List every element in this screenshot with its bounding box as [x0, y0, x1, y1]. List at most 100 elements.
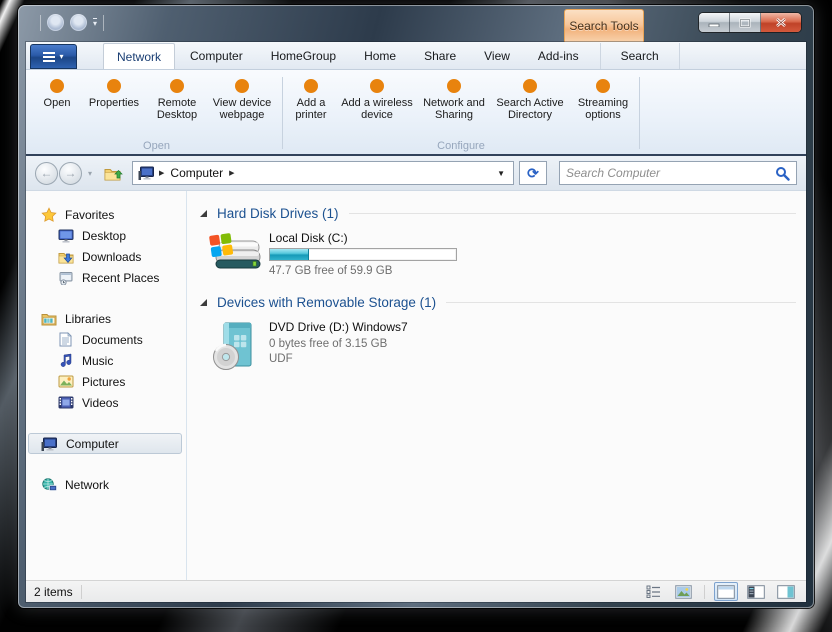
layout-pane-button-2[interactable]	[744, 582, 768, 601]
sidebar-item-label: Music	[82, 353, 114, 368]
sidebar-item-label: Favorites	[65, 207, 115, 222]
layout-pane-button-3[interactable]	[774, 582, 798, 601]
quick-access-button-1[interactable]	[47, 14, 64, 31]
recent-places-icon	[57, 270, 74, 286]
folder-up-icon	[104, 168, 123, 180]
dvd-drive-icon	[207, 319, 262, 371]
search-active-directory-icon	[523, 79, 537, 93]
sidebar-item-music[interactable]: Music	[26, 350, 186, 371]
breadcrumb-computer[interactable]: Computer	[168, 166, 225, 180]
sidebar-item-network[interactable]: Network	[26, 474, 186, 495]
tab-addins[interactable]: Add-ins	[525, 43, 592, 69]
search-tools-contextual-tab[interactable]: Search Tools	[564, 9, 644, 42]
tab-homegroup[interactable]: HomeGroup	[258, 43, 349, 69]
explorer-window: ▾ Search Tools ▾ Network Computer HomeGr…	[18, 5, 814, 608]
navigation-pane: Favorites Desktop Downloads Recent Place…	[26, 191, 186, 580]
sidebar-item-documents[interactable]: Documents	[26, 329, 186, 350]
sidebar-item-recent-places[interactable]: Recent Places	[26, 267, 186, 288]
recent-pages-dropdown[interactable]: ▾	[88, 169, 92, 178]
sidebar-item-label: Libraries	[65, 311, 112, 326]
close-button[interactable]	[761, 13, 801, 32]
sidebar-item-downloads[interactable]: Downloads	[26, 246, 186, 267]
address-breadcrumb-bar[interactable]: ▶ Computer ▶ ▼	[132, 161, 514, 185]
tab-view[interactable]: View	[471, 43, 523, 69]
window-controls	[699, 13, 801, 32]
sidebar-item-computer[interactable]: Computer	[28, 433, 182, 454]
divider	[704, 584, 705, 599]
search-active-directory-button[interactable]: Search Active Directory	[493, 79, 567, 121]
downloads-folder-icon	[57, 249, 74, 265]
forward-arrow-icon: →	[64, 166, 77, 180]
ribbon-group-open: Open Properties Remote Desktop View devi…	[32, 70, 281, 154]
up-button[interactable]	[101, 162, 125, 184]
thumbnail-view-toggle[interactable]	[671, 582, 695, 601]
search-box[interactable]	[559, 161, 797, 185]
group-header-removable-storage[interactable]: Devices with Removable Storage (1)	[199, 295, 800, 310]
ribbon-group-configure: Add a printer Add a wireless device Netw…	[284, 70, 638, 154]
file-list: Hard Disk Drives (1) Local Disk (C:) 47.…	[187, 191, 806, 580]
thumbnail-icon	[674, 584, 692, 599]
refresh-button[interactable]: ⟳	[519, 161, 547, 185]
ribbon-group-divider	[639, 77, 640, 149]
back-button[interactable]: ←	[35, 161, 58, 185]
ribbon-group-label-open: Open	[143, 140, 170, 152]
add-printer-button[interactable]: Add a printer	[290, 79, 332, 121]
breadcrumb-separator-icon[interactable]: ▶	[229, 169, 234, 177]
address-dropdown-icon[interactable]: ▼	[497, 169, 508, 178]
drive-item-dvd-d[interactable]: DVD Drive (D:) Windows7 0 bytes free of …	[207, 319, 800, 371]
sidebar-item-favorites[interactable]: Favorites	[26, 204, 186, 225]
file-menu-icon	[43, 51, 56, 62]
streaming-options-button[interactable]: Streaming options	[574, 79, 632, 121]
network-globe-icon	[40, 477, 57, 493]
group-header-rule	[348, 213, 796, 214]
remote-desktop-button[interactable]: Remote Desktop	[152, 79, 202, 121]
details-view-toggle[interactable]	[641, 582, 665, 601]
network-and-sharing-button[interactable]: Network and Sharing	[422, 79, 486, 121]
file-menu-button[interactable]: ▾	[30, 44, 77, 69]
document-icon	[57, 332, 74, 348]
view-device-webpage-icon	[235, 79, 249, 93]
properties-button[interactable]: Properties	[83, 79, 145, 109]
sidebar-item-desktop[interactable]: Desktop	[26, 225, 186, 246]
search-icon[interactable]	[775, 166, 790, 181]
maximize-button[interactable]	[730, 13, 761, 32]
collapse-triangle-icon[interactable]	[199, 298, 208, 307]
drive-item-local-disk-c[interactable]: Local Disk (C:) 47.7 GB free of 59.9 GB	[207, 230, 800, 279]
quick-access-button-2[interactable]	[70, 14, 87, 31]
sidebar-item-libraries[interactable]: Libraries	[26, 308, 186, 329]
tab-search[interactable]: Search	[599, 43, 680, 69]
search-input[interactable]	[566, 166, 775, 180]
tab-computer[interactable]: Computer	[177, 43, 256, 69]
layout-pane-button-1[interactable]	[714, 582, 738, 601]
tab-share[interactable]: Share	[411, 43, 469, 69]
tab-network[interactable]: Network	[103, 43, 176, 69]
view-device-webpage-button[interactable]: View device webpage	[209, 79, 275, 121]
minimize-button[interactable]	[699, 13, 730, 32]
sidebar-item-label: Network	[65, 477, 110, 492]
sidebar-item-label: Downloads	[82, 249, 142, 264]
sidebar-item-videos[interactable]: Videos	[26, 392, 186, 413]
title-bar[interactable]: ▾ Search Tools	[18, 5, 814, 42]
sidebar-item-pictures[interactable]: Pictures	[26, 371, 186, 392]
add-wireless-device-button[interactable]: Add a wireless device	[339, 79, 415, 121]
star-icon	[40, 206, 57, 223]
properties-icon	[107, 79, 121, 93]
computer-icon	[41, 436, 58, 452]
collapse-triangle-icon[interactable]	[199, 209, 208, 218]
minimize-icon	[708, 23, 720, 27]
sidebar-item-label: Documents	[82, 332, 143, 347]
group-header-rule	[446, 302, 796, 303]
libraries-icon	[40, 311, 57, 327]
sidebar-item-label: Pictures	[82, 374, 126, 389]
back-arrow-icon: ←	[40, 166, 53, 180]
filesystem-label: UDF	[269, 353, 293, 365]
forward-button[interactable]: →	[59, 161, 82, 185]
computer-icon	[138, 166, 155, 180]
divider	[40, 14, 41, 31]
customize-toolbar-icon[interactable]: ▾	[93, 17, 98, 28]
tab-home[interactable]: Home	[351, 43, 409, 69]
group-header-hard-disk-drives[interactable]: Hard Disk Drives (1)	[199, 206, 800, 221]
desktop-icon	[57, 228, 74, 244]
open-button[interactable]: Open	[38, 79, 76, 109]
item-count: 2 items	[34, 584, 73, 599]
